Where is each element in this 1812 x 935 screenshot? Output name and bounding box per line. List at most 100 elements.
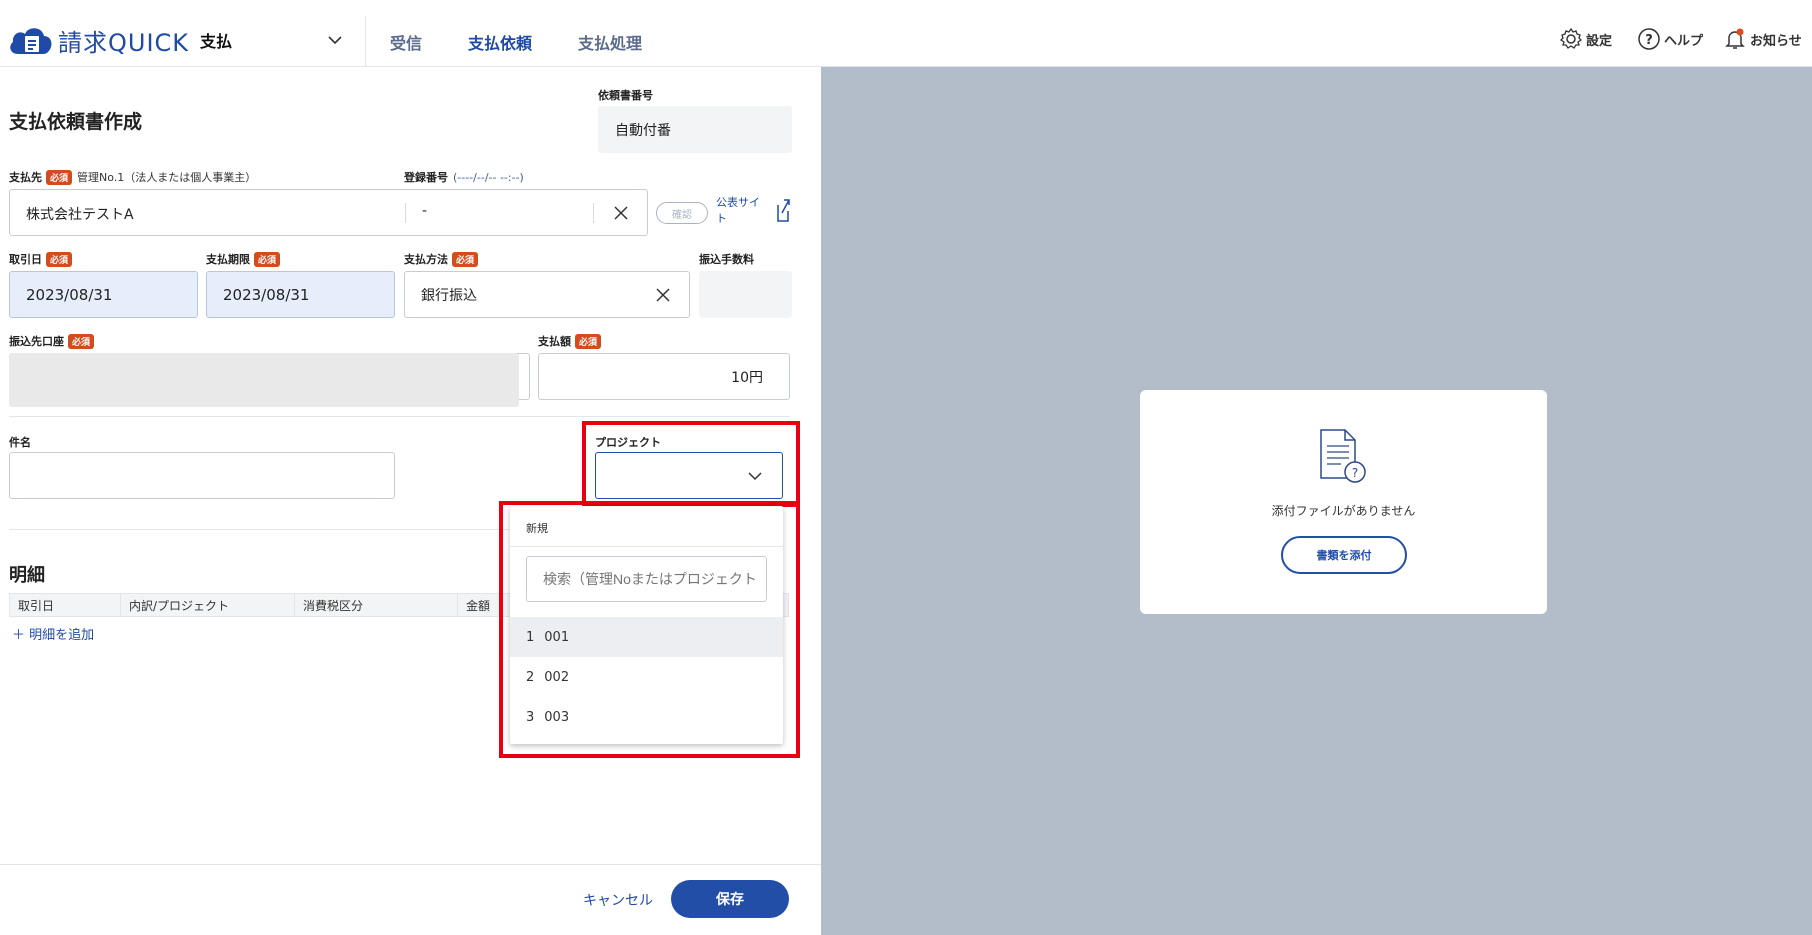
option-number: 2 — [526, 669, 535, 685]
option-name: 003 — [544, 709, 570, 725]
new-project-option[interactable]: 新規 — [526, 520, 548, 536]
public-site-link[interactable]: 公表サイト — [716, 195, 768, 227]
payee-label-group: 支払先 必須 管理No.1（法人または個人事業主） — [9, 169, 256, 185]
tab-payment-request[interactable]: 支払依頼 — [468, 30, 532, 54]
required-badge: 必須 — [46, 251, 73, 267]
due-date-label-group: 支払期限 必須 — [206, 251, 281, 267]
amount-label-group: 支払額 必須 — [538, 333, 602, 349]
required-badge: 必須 — [575, 333, 602, 349]
request-no-label: 依頼書番号 — [598, 89, 653, 102]
col-tax-class: 消費税区分 — [295, 594, 458, 616]
cancel-button[interactable]: キャンセル — [583, 890, 653, 910]
tab-payment-processing[interactable]: 支払処理 — [578, 30, 642, 54]
project-search-input[interactable] — [526, 556, 767, 602]
method-label: 支払方法 — [404, 253, 448, 266]
help-label: ヘルプ — [1664, 33, 1704, 49]
document-question-icon: ? — [1320, 429, 1366, 483]
section-divider — [9, 416, 790, 417]
request-no-value: 自動付番 — [615, 122, 671, 139]
option-name: 002 — [544, 669, 570, 685]
project-label: プロジェクト — [595, 436, 661, 449]
field-divider — [405, 203, 406, 223]
option-number: 1 — [526, 629, 535, 645]
menu-divider — [510, 546, 783, 547]
trade-date-value: 2023/08/31 — [26, 285, 113, 304]
reg-no-label-group: 登録番号 (----/--/-- --:--) — [404, 169, 524, 185]
section-divider — [9, 529, 509, 530]
external-link-icon[interactable] — [774, 197, 792, 225]
amount-label: 支払額 — [538, 335, 571, 348]
notifications-label: お知らせ — [1750, 33, 1802, 49]
col-trade-date: 取引日 — [10, 594, 121, 616]
due-date-input[interactable]: 2023/08/31 — [206, 271, 395, 318]
details-title: 明細 — [9, 565, 45, 586]
required-badge: 必須 — [46, 169, 73, 185]
gear-icon — [1558, 26, 1584, 52]
notifications-button[interactable]: お知らせ — [1722, 26, 1802, 52]
account-select[interactable] — [9, 353, 530, 407]
col-breakdown-project: 内訳/プロジェクト — [121, 594, 295, 616]
help-button[interactable]: ? ヘルプ — [1636, 26, 1703, 52]
cloud-logo-icon — [8, 22, 54, 58]
subject-input[interactable] — [9, 452, 395, 499]
app-logo[interactable]: 請求QUICK — [8, 22, 189, 58]
page-title: 支払依頼書作成 — [9, 111, 143, 133]
module-label: 支払 — [200, 32, 233, 51]
app-name: 請求QUICK — [58, 28, 190, 57]
settings-label: 設定 — [1586, 33, 1613, 49]
clear-icon[interactable] — [653, 285, 673, 305]
amount-value: 10円 — [731, 369, 763, 386]
method-select[interactable]: 銀行振込 — [404, 271, 690, 318]
project-select[interactable] — [595, 452, 783, 499]
payee-value: 株式会社テストA — [26, 207, 134, 223]
save-button[interactable]: 保存 — [671, 880, 789, 918]
svg-text:?: ? — [1352, 466, 1358, 480]
payee-label: 支払先 — [9, 171, 42, 184]
chevron-down-icon — [748, 472, 762, 481]
option-name: 001 — [544, 629, 570, 645]
trade-date-label-group: 取引日 必須 — [9, 251, 73, 267]
amount-input[interactable]: 10円 — [538, 353, 790, 400]
method-value: 銀行振込 — [421, 287, 477, 304]
reg-no-value: - — [422, 203, 428, 219]
request-no-field: 自動付番 — [598, 106, 792, 153]
trade-date-label: 取引日 — [9, 253, 42, 266]
form-footer: キャンセル 保存 — [0, 864, 821, 935]
project-dropdown-menu: 新規 1 001 2 002 3 003 — [510, 506, 783, 744]
account-label: 振込先口座 — [9, 335, 64, 348]
required-badge: 必須 — [254, 251, 281, 267]
account-label-group: 振込先口座 必須 — [9, 333, 95, 349]
fee-label: 振込手数料 — [699, 253, 754, 266]
tab-receive[interactable]: 受信 — [390, 30, 422, 54]
module-select[interactable]: 支払 — [200, 20, 350, 60]
settings-button[interactable]: 設定 — [1558, 26, 1612, 52]
attach-document-button[interactable]: 書類を添付 — [1281, 536, 1407, 574]
fee-field — [699, 271, 792, 318]
project-option[interactable]: 3 003 — [510, 697, 783, 737]
field-divider — [593, 203, 594, 223]
question-circle-icon: ? — [1636, 26, 1662, 52]
bell-icon — [1722, 26, 1748, 52]
subject-label: 件名 — [9, 436, 31, 449]
project-option[interactable]: 2 002 — [510, 657, 783, 697]
payee-sub-label: 管理No.1（法人または個人事業主） — [77, 171, 257, 184]
project-option[interactable]: 1 001 — [510, 617, 783, 657]
required-badge: 必須 — [68, 333, 95, 349]
payee-combo[interactable]: 株式会社テストA - — [9, 189, 648, 236]
app-header: 請求QUICK 支払 受信 支払依頼 支払処理 設定 ? ヘルプ お知らせ — [0, 0, 1812, 67]
trade-date-input[interactable]: 2023/08/31 — [9, 271, 198, 318]
header-divider — [365, 16, 366, 66]
method-label-group: 支払方法 必須 — [404, 251, 479, 267]
add-detail-link[interactable]: ＋ 明細を追加 — [12, 624, 94, 643]
reg-no-label: 登録番号 — [404, 171, 448, 184]
attachment-preview-panel: ? 添付ファイルがありません 書類を添付 — [821, 67, 1812, 935]
required-badge: 必須 — [452, 251, 479, 267]
due-date-label: 支払期限 — [206, 253, 250, 266]
confirm-button[interactable]: 確認 — [656, 202, 708, 224]
empty-attachment-message: 添付ファイルがありません — [1271, 504, 1416, 518]
option-number: 3 — [526, 709, 535, 725]
svg-text:?: ? — [1645, 33, 1653, 48]
clear-icon[interactable] — [611, 203, 631, 223]
account-mask — [9, 353, 519, 407]
due-date-value: 2023/08/31 — [223, 285, 310, 304]
